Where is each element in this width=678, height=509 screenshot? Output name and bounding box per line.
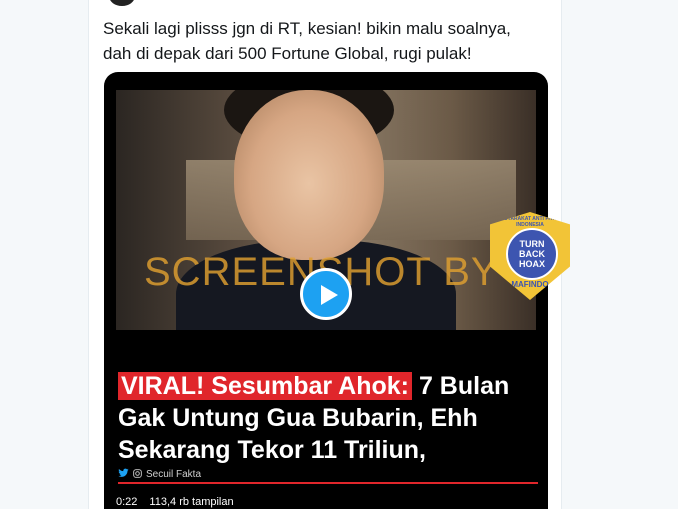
video-source: Secuil Fakta <box>118 468 538 481</box>
instagram-icon <box>133 468 142 481</box>
play-icon <box>321 285 338 305</box>
badge-line-1: TURN <box>519 239 545 249</box>
headline-line-3: Sekarang Tekor 11 Triliun, <box>118 436 426 464</box>
play-button[interactable] <box>300 268 352 320</box>
avatar[interactable] <box>109 0 135 6</box>
badge-line-2: BACK <box>519 249 545 259</box>
badge-line-3: HOAX <box>518 259 545 269</box>
tweet-text-line-2: dah di depak dari 500 Fortune Global, ru… <box>103 44 472 63</box>
tweet-text-line-1: Sekali lagi plisss jgn di RT, kesian! bi… <box>103 19 511 38</box>
video-duration: 0:22 <box>116 496 138 508</box>
source-name: Secuil Fakta <box>146 469 202 480</box>
person-head <box>234 90 384 260</box>
tweet-text: Sekali lagi plisss jgn di RT, kesian! bi… <box>103 16 553 66</box>
headline-line-2: Gak Untung Gua Bubarin, Ehh <box>118 404 478 432</box>
source-divider <box>118 482 538 484</box>
headline-rest-1: 7 Bulan <box>412 372 510 400</box>
view-count: 113,4 rb tampilan <box>149 496 234 508</box>
twitter-icon <box>118 468 129 481</box>
video-meta: 0:22 113,4 rb tampilan <box>116 496 234 508</box>
viral-tag: VIRAL! Sesumbar Ahok: <box>118 372 413 400</box>
video-headline: VIRAL! Sesumbar Ahok: 7 Bulan Gak Untung… <box>118 370 538 466</box>
turnbackhoax-logo: TURN BACK HOAX <box>506 228 558 280</box>
